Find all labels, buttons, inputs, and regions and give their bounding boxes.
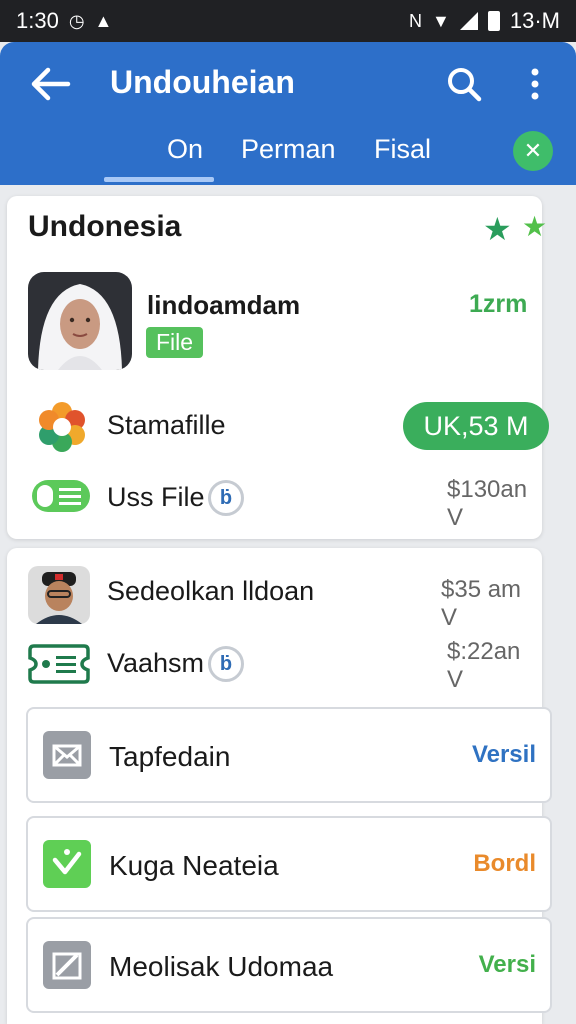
row-label: Vaahsm <box>107 648 205 678</box>
avatar[interactable] <box>28 272 132 370</box>
status-right: N ▼ 13·M <box>409 8 560 34</box>
list-item[interactable]: Meolisak Udomaa Versi <box>26 917 552 1013</box>
user-name: lindoamdam <box>147 290 301 320</box>
card-undonesia: Undonesia ★ ★ lindoamdam File 1zrm Stama… <box>7 196 549 539</box>
app-bar: Undouheian On Perman Fisal ✕ <box>0 42 576 185</box>
tab-indicator <box>104 177 214 182</box>
search-icon[interactable] <box>444 64 484 104</box>
tab-on[interactable]: On <box>167 134 203 165</box>
star-filled-icon[interactable]: ★ <box>522 210 547 243</box>
section-title: Undonesia <box>28 210 182 243</box>
row-label: Stamafille <box>107 410 226 440</box>
status-time: 1:30 <box>16 8 59 33</box>
list-item-action[interactable]: Versi <box>479 951 536 979</box>
flower-icon <box>35 400 89 459</box>
alarm-icon: ◷ <box>68 10 85 31</box>
tab-perman[interactable]: Perman <box>241 134 336 165</box>
price: $130an V <box>447 476 528 531</box>
list-item-label: Kuga Neateia <box>109 850 279 881</box>
list-item-label: Meolisak Udomaa <box>109 951 334 982</box>
list-item[interactable]: Kuga Neateia Bordl <box>26 816 552 912</box>
wifi-icon: ▼ <box>432 10 450 31</box>
price: $:22an V <box>447 638 521 693</box>
status-left: 1:30 ◷ ▲ <box>16 8 112 34</box>
arrow-left-icon[interactable] <box>28 64 72 104</box>
nfc-icon: N <box>409 10 423 31</box>
tab-bar: On Perman Fisal <box>0 134 576 184</box>
row-label: Uss File <box>107 482 205 512</box>
status-right-text: 13·M <box>509 8 560 33</box>
star-icon[interactable]: ★ <box>483 210 512 248</box>
amount-pill[interactable]: UK,53 M <box>403 402 549 450</box>
signal-icon <box>459 12 478 30</box>
price: $35 am V <box>441 576 522 631</box>
tab-fisal[interactable]: Fisal <box>374 134 431 165</box>
list-item-action[interactable]: Bordl <box>473 850 536 878</box>
list-item[interactable]: Tapfedain Versil <box>26 707 552 803</box>
info-icon[interactable]: ḃ <box>208 646 244 682</box>
list-item-action[interactable]: Versil <box>472 741 536 769</box>
more-vert-icon[interactable] <box>520 64 550 104</box>
row-label: Sedeolkan lldoan <box>107 576 315 606</box>
list-item-label: Tapfedain <box>109 741 231 772</box>
timestamp: 1zrm <box>469 290 528 318</box>
avatar[interactable] <box>28 566 90 629</box>
toggle-icon <box>31 478 91 519</box>
battery-icon <box>487 11 500 31</box>
close-icon[interactable]: ✕ <box>513 131 553 171</box>
status-bar: 1:30 ◷ ▲ N ▼ 13·M <box>0 0 576 42</box>
mail-icon <box>43 731 91 779</box>
file-badge[interactable]: File <box>146 327 204 358</box>
check-icon <box>43 840 91 888</box>
warning-icon: ▲ <box>94 10 113 31</box>
info-icon[interactable]: ḃ <box>208 480 244 516</box>
edit-icon <box>43 941 91 989</box>
ticket-icon <box>28 642 90 691</box>
page-title: Undouheian <box>110 64 295 100</box>
card-list: Sedeolkan lldoan $35 am V Vaahsm ḃ $:22a… <box>7 548 552 1024</box>
